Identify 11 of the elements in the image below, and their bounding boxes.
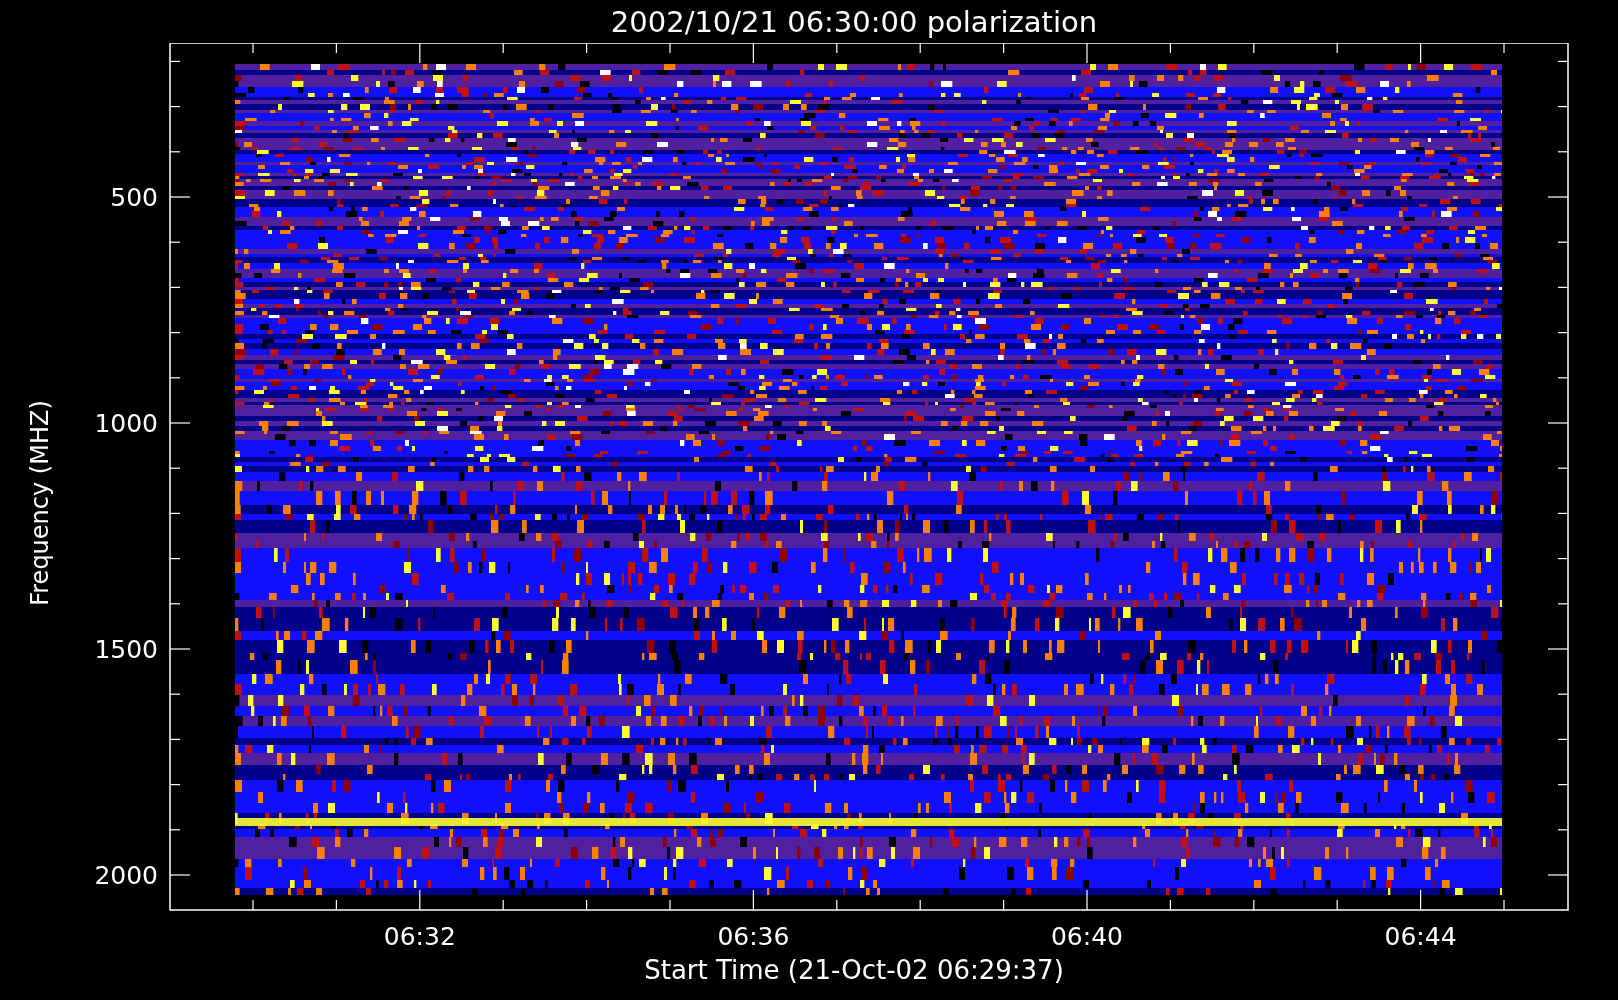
y-axis-label: Frequency (MHZ) <box>26 400 54 606</box>
x-axis-label: Start Time (21-Oct-02 06:29:37) <box>644 955 1064 985</box>
tick-label: 1500 <box>94 635 158 664</box>
tick-label: 06:32 <box>383 922 456 951</box>
tick-label: 1000 <box>94 409 158 438</box>
tick-label: 06:40 <box>1051 922 1123 951</box>
tick-label: 06:44 <box>1384 922 1457 951</box>
plot-title: 2002/10/21 06:30:00 polarization <box>609 3 1099 41</box>
tick-label: 500 <box>110 183 158 212</box>
tick-label: 2000 <box>94 861 158 890</box>
tick-label: 06:36 <box>717 922 790 951</box>
